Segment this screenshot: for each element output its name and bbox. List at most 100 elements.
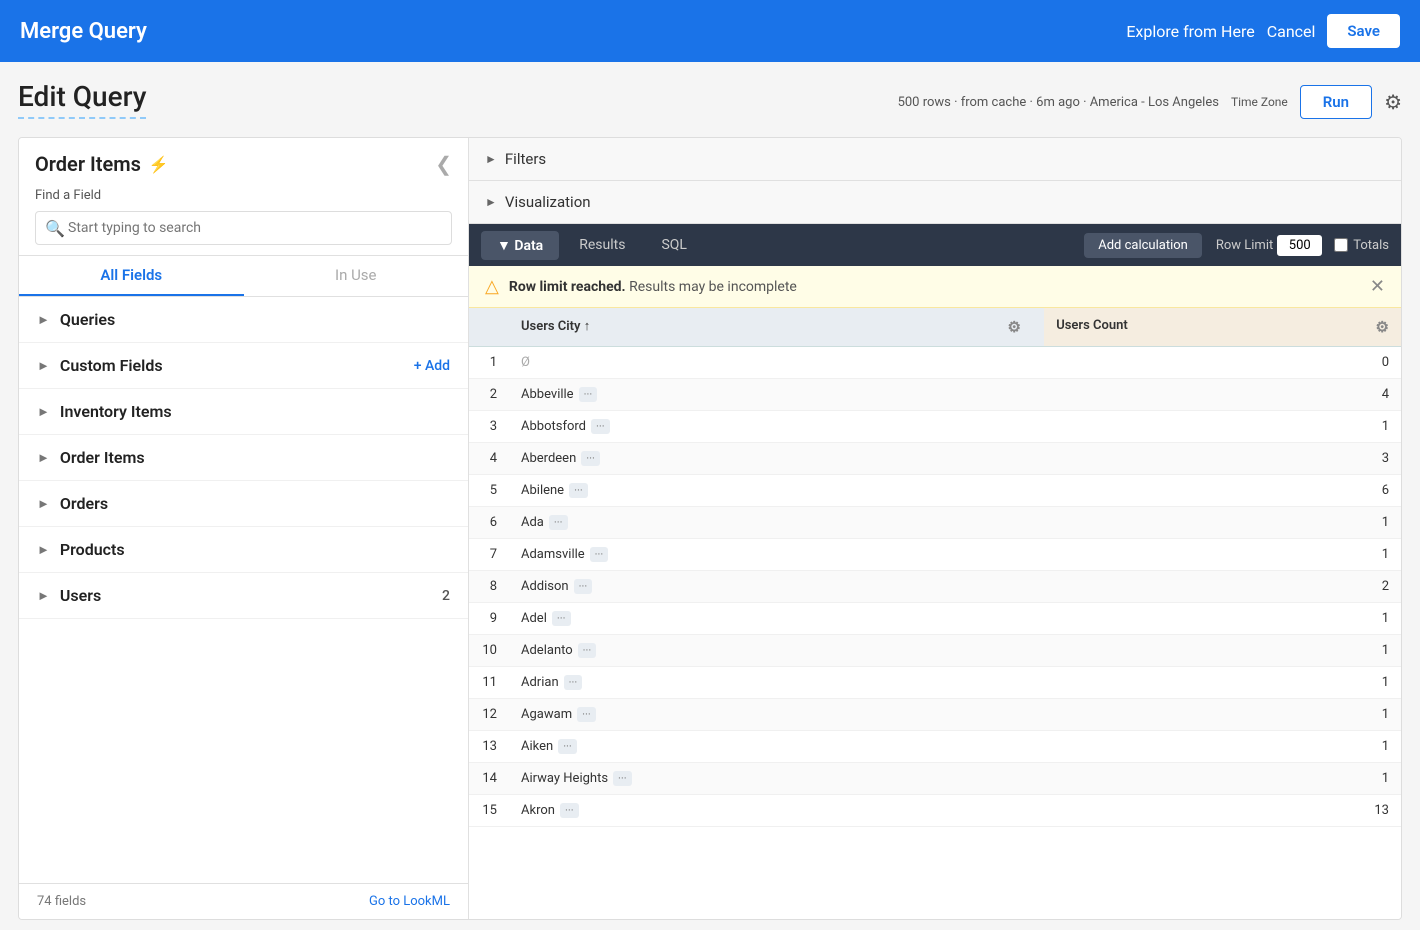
table-row: 6Ada···1	[469, 507, 1401, 539]
sidebar-footer: 74 fields Go to LookML	[19, 883, 468, 919]
row-number: 2	[469, 379, 509, 411]
col-header-users-count[interactable]: Users Count ⚙	[1044, 308, 1401, 347]
add-custom-field-link[interactable]: + Add	[414, 358, 450, 374]
city-more-options[interactable]: ···	[560, 803, 579, 818]
col-header-users-city[interactable]: Users City ↑ ⚙	[509, 308, 1044, 347]
tab-in-use[interactable]: In Use	[244, 256, 469, 296]
row-number: 6	[469, 507, 509, 539]
row-number: 14	[469, 763, 509, 795]
cell-count: 1	[1044, 411, 1401, 443]
lightning-icon: ⚡	[149, 155, 169, 174]
run-button[interactable]: Run	[1300, 85, 1372, 119]
timezone-selector[interactable]: Time Zone	[1231, 95, 1288, 109]
field-group-products-row[interactable]: ► Products	[19, 527, 468, 572]
group-name-orders: Orders	[60, 494, 108, 513]
back-icon[interactable]: ❮	[435, 152, 452, 176]
tab-all-fields[interactable]: All Fields	[19, 256, 244, 296]
row-number: 12	[469, 699, 509, 731]
sidebar-explore-title: Order Items ⚡	[35, 152, 169, 176]
field-group-custom-fields-row[interactable]: ► Custom Fields + Add	[19, 343, 468, 388]
city-more-options[interactable]: ···	[591, 419, 610, 434]
city-more-options[interactable]: ···	[549, 515, 568, 530]
warning-icon: △	[485, 276, 499, 297]
data-toolbar: ▼ Data Results SQL Add calculation Row L…	[469, 224, 1401, 266]
explore-title-text: Order Items	[35, 152, 141, 176]
row-number: 15	[469, 795, 509, 827]
row-number: 7	[469, 539, 509, 571]
table-row: 1Ø0	[469, 347, 1401, 379]
field-group-products: ► Products	[19, 527, 468, 573]
city-more-options[interactable]: ···	[581, 451, 600, 466]
city-more-options[interactable]: ···	[613, 771, 632, 786]
chevron-right-icon: ►	[37, 358, 50, 374]
group-name-custom-fields: Custom Fields	[60, 356, 163, 375]
visualization-header[interactable]: ► Visualization	[469, 181, 1401, 223]
city-more-options[interactable]: ···	[552, 611, 571, 626]
group-name-queries: Queries	[60, 310, 115, 329]
table-row: 12Agawam···1	[469, 699, 1401, 731]
tab-sql[interactable]: SQL	[645, 231, 702, 259]
explore-from-here-link[interactable]: Explore from Here	[1126, 22, 1254, 41]
header-right: 500 rows · from cache · 6m ago · America…	[898, 85, 1402, 119]
cell-count: 0	[1044, 347, 1401, 379]
go-to-lookml-link[interactable]: Go to LookML	[369, 894, 450, 909]
table-row: 10Adelanto···1	[469, 635, 1401, 667]
row-limit-input[interactable]	[1277, 235, 1322, 256]
sidebar-header: Order Items ⚡ ❮ Find a Field 🔍	[19, 138, 468, 256]
tabs-row: All Fields In Use	[19, 256, 468, 297]
filters-label: Filters	[505, 150, 546, 168]
tab-results[interactable]: Results	[563, 231, 641, 259]
tab-data[interactable]: ▼ Data	[481, 231, 559, 260]
field-group-users-row[interactable]: ► Users 2	[19, 573, 468, 618]
header-row: Edit Query 500 rows · from cache · 6m ag…	[18, 80, 1402, 125]
group-name-products: Products	[60, 540, 125, 559]
query-meta: 500 rows · from cache · 6m ago · America…	[898, 95, 1219, 110]
add-calculation-button[interactable]: Add calculation	[1084, 233, 1202, 258]
totals-row: Totals	[1334, 238, 1389, 253]
table-row: 9Adel···1	[469, 603, 1401, 635]
city-more-options[interactable]: ···	[577, 707, 596, 722]
city-more-options[interactable]: ···	[569, 483, 588, 498]
field-group-queries: ► Queries	[19, 297, 468, 343]
cancel-link[interactable]: Cancel	[1267, 22, 1316, 41]
field-group-queries-row[interactable]: ► Queries	[19, 297, 468, 342]
warning-close-icon[interactable]: ✕	[1370, 276, 1385, 297]
save-button[interactable]: Save	[1327, 14, 1400, 48]
city-more-options[interactable]: ···	[578, 643, 597, 658]
find-field-label: Find a Field	[35, 188, 452, 203]
row-limit-label: Row Limit	[1216, 238, 1273, 253]
data-table-container: Users City ↑ ⚙ Users Count ⚙ 1Ø02Abbevil…	[469, 308, 1401, 919]
field-group-custom-fields: ► Custom Fields + Add	[19, 343, 468, 389]
chevron-right-icon: ►	[37, 312, 50, 328]
city-more-options[interactable]: ···	[558, 739, 577, 754]
city-more-options[interactable]: ···	[579, 387, 598, 402]
table-row: 7Adamsville···1	[469, 539, 1401, 571]
city-more-options[interactable]: ···	[590, 547, 609, 562]
field-group-orders-row[interactable]: ► Orders	[19, 481, 468, 526]
count-col-gear-icon[interactable]: ⚙	[1376, 318, 1389, 336]
city-more-options[interactable]: ···	[574, 579, 593, 594]
row-number: 10	[469, 635, 509, 667]
search-input[interactable]	[35, 211, 452, 245]
chevron-right-icon: ►	[37, 496, 50, 512]
group-name-inventory-items: Inventory Items	[60, 402, 172, 421]
field-group-inventory-items-row[interactable]: ► Inventory Items	[19, 389, 468, 434]
cell-city: Adamsville···	[509, 539, 1044, 571]
cell-city: Abilene···	[509, 475, 1044, 507]
cell-city: Akron···	[509, 795, 1044, 827]
filters-section: ► Filters	[469, 138, 1401, 181]
table-row: 5Abilene···6	[469, 475, 1401, 507]
filters-header[interactable]: ► Filters	[469, 138, 1401, 180]
settings-gear-icon[interactable]: ⚙	[1384, 90, 1402, 114]
city-more-options[interactable]: ···	[564, 675, 583, 690]
chevron-right-icon: ►	[37, 450, 50, 466]
field-group-orders: ► Orders	[19, 481, 468, 527]
top-nav: Merge Query Explore from Here Cancel Sav…	[0, 0, 1420, 62]
field-group-order-items-row[interactable]: ► Order Items	[19, 435, 468, 480]
totals-checkbox[interactable]	[1334, 238, 1348, 252]
row-number: 11	[469, 667, 509, 699]
city-col-gear-icon[interactable]: ⚙	[996, 318, 1032, 336]
cell-city: Addison···	[509, 571, 1044, 603]
table-row: 4Aberdeen···3	[469, 443, 1401, 475]
cell-count: 1	[1044, 763, 1401, 795]
